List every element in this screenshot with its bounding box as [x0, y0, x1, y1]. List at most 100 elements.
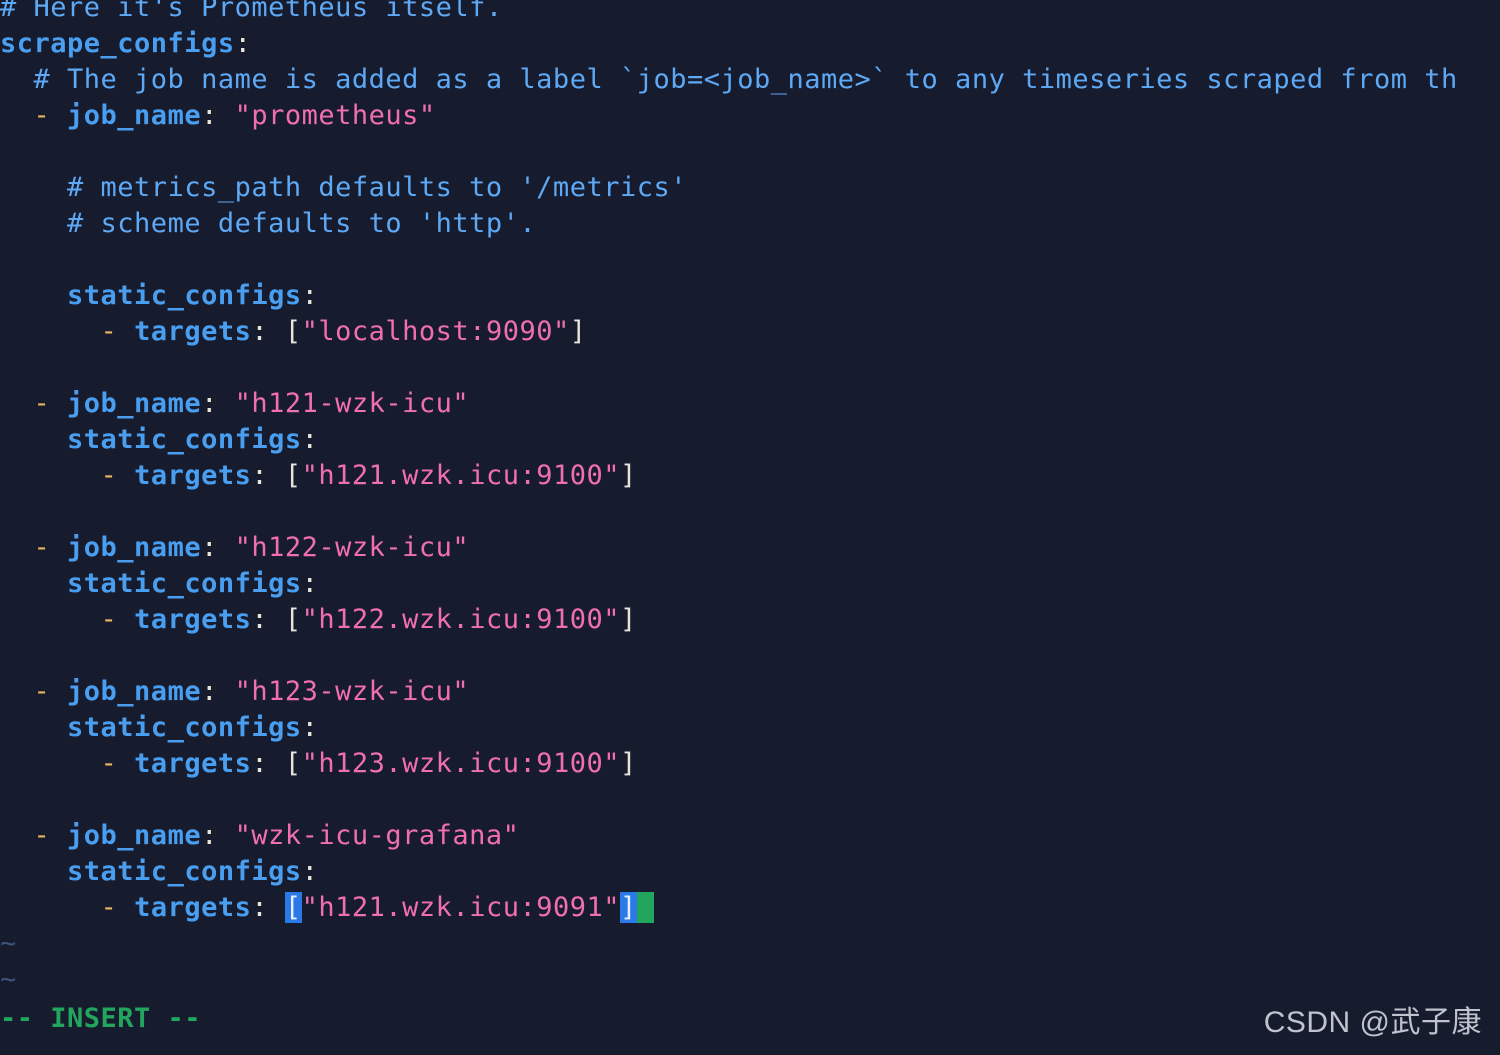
yaml-key: job_name — [67, 820, 202, 851]
line-comment-scheme[interactable]: # scheme defaults to 'http'. — [0, 206, 1500, 242]
yaml-list-dash: - — [100, 316, 135, 347]
yaml-string: "h121-wzk-icu" — [234, 388, 470, 419]
empty-line-tilde: ~ — [0, 928, 17, 959]
yaml-list-dash: - — [33, 820, 68, 851]
yaml-key: static_configs — [67, 568, 302, 599]
yaml-key: targets — [134, 748, 252, 779]
yaml-punctuation: ] — [620, 460, 637, 491]
yaml-punctuation: : — [234, 28, 252, 59]
yaml-punctuation: [ — [284, 748, 302, 779]
yaml-string: "h123-wzk-icu" — [234, 676, 470, 707]
yaml-key: static_configs — [67, 856, 302, 887]
line-job-h122[interactable]: - job_name: "h122-wzk-icu" — [0, 530, 1500, 566]
line-job-h123[interactable]: - job_name: "h123-wzk-icu" — [0, 674, 1500, 710]
yaml-list-dash: - — [100, 748, 135, 779]
yaml-punctuation: : — [201, 820, 235, 851]
line-blank-3[interactable] — [0, 350, 1500, 386]
yaml-comment: # Here it's Prometheus itself. — [0, 0, 503, 23]
yaml-key: static_configs — [67, 712, 302, 743]
yaml-key: scrape_configs — [0, 28, 235, 59]
yaml-punctuation: : — [201, 100, 235, 131]
yaml-string: "wzk-icu-grafana" — [234, 820, 520, 851]
yaml-punctuation: : — [251, 316, 285, 347]
line-targets-localhost[interactable]: - targets: ["localhost:9090"] — [0, 314, 1500, 350]
line-comment-here[interactable]: # Here it's Prometheus itself. — [0, 0, 1500, 26]
yaml-key: targets — [134, 892, 252, 923]
yaml-punctuation: : — [251, 748, 285, 779]
line-static-configs-2[interactable]: static_configs: — [0, 422, 1500, 458]
yaml-comment: # metrics_path defaults to '/metrics' — [67, 172, 687, 203]
yaml-punctuation: : — [201, 532, 235, 563]
yaml-list-dash: - — [100, 604, 135, 635]
yaml-list-dash: - — [33, 676, 68, 707]
line-targets-h123[interactable]: - targets: ["h123.wzk.icu:9100"] — [0, 746, 1500, 782]
line-job-grafana[interactable]: - job_name: "wzk-icu-grafana" — [0, 818, 1500, 854]
yaml-comment: # The job name is added as a label `job=… — [33, 64, 1458, 95]
line-targets-grafana[interactable]: - targets: ["h121.wzk.icu:9091"] — [0, 890, 1500, 926]
empty-line-tilde: ~ — [0, 964, 17, 995]
yaml-punctuation: : — [251, 604, 285, 635]
line-tilde-2[interactable]: ~ — [0, 962, 1500, 998]
yaml-list-dash: - — [100, 892, 135, 923]
yaml-string: "h122-wzk-icu" — [234, 532, 470, 563]
line-comment-metricspath[interactable]: # metrics_path defaults to '/metrics' — [0, 170, 1500, 206]
yaml-punctuation: [ — [284, 460, 302, 491]
line-tilde-1[interactable]: ~ — [0, 926, 1500, 962]
yaml-key: job_name — [67, 100, 202, 131]
yaml-punctuation: : — [301, 424, 319, 455]
yaml-string: "localhost:9090" — [301, 316, 570, 347]
text-cursor — [636, 892, 654, 923]
code-editor-buffer[interactable]: # Here it's Prometheus itself. scrape_con… — [0, 0, 1500, 998]
yaml-list-dash: - — [100, 460, 135, 491]
yaml-punctuation: : — [301, 712, 319, 743]
yaml-punctuation: : — [251, 460, 285, 491]
yaml-punctuation: : — [251, 892, 285, 923]
yaml-punctuation: [ — [284, 604, 302, 635]
yaml-punctuation: ] — [569, 316, 587, 347]
line-static-configs-3[interactable]: static_configs: — [0, 566, 1500, 602]
csdn-watermark: CSDN @武子康 — [1263, 1006, 1482, 1039]
line-job-h121[interactable]: - job_name: "h121-wzk-icu" — [0, 386, 1500, 422]
line-comment-jobname[interactable]: # The job name is added as a label `job=… — [0, 62, 1500, 98]
yaml-punctuation: : — [301, 568, 319, 599]
yaml-key: targets — [134, 604, 252, 635]
yaml-string: "h121.wzk.icu:9100" — [301, 460, 620, 491]
line-blank-2[interactable] — [0, 242, 1500, 278]
line-blank-6[interactable] — [0, 782, 1500, 818]
yaml-key: job_name — [67, 532, 202, 563]
line-targets-h121[interactable]: - targets: ["h121.wzk.icu:9100"] — [0, 458, 1500, 494]
yaml-punctuation: ] — [620, 604, 637, 635]
yaml-key: job_name — [67, 388, 202, 419]
yaml-punctuation: : — [201, 676, 235, 707]
line-targets-h122[interactable]: - targets: ["h122.wzk.icu:9100"] — [0, 602, 1500, 638]
line-static-configs-5[interactable]: static_configs: — [0, 854, 1500, 890]
yaml-string: "h121.wzk.icu:9091" — [301, 892, 620, 923]
yaml-list-dash: - — [33, 100, 68, 131]
line-static-configs-1[interactable]: static_configs: — [0, 278, 1500, 314]
line-blank-5[interactable] — [0, 638, 1500, 674]
yaml-punctuation: : — [301, 280, 319, 311]
line-static-configs-4[interactable]: static_configs: — [0, 710, 1500, 746]
line-blank-1[interactable] — [0, 134, 1500, 170]
line-job-prometheus[interactable]: - job_name: "prometheus" — [0, 98, 1500, 134]
yaml-punctuation: : — [301, 856, 319, 887]
yaml-key: job_name — [67, 676, 202, 707]
yaml-punctuation: : — [201, 388, 235, 419]
yaml-key: static_configs — [67, 280, 302, 311]
line-blank-4[interactable] — [0, 494, 1500, 530]
yaml-comment: # scheme defaults to 'http'. — [67, 208, 537, 239]
line-scrape-configs[interactable]: scrape_configs: — [0, 26, 1500, 62]
yaml-key: targets — [134, 460, 252, 491]
